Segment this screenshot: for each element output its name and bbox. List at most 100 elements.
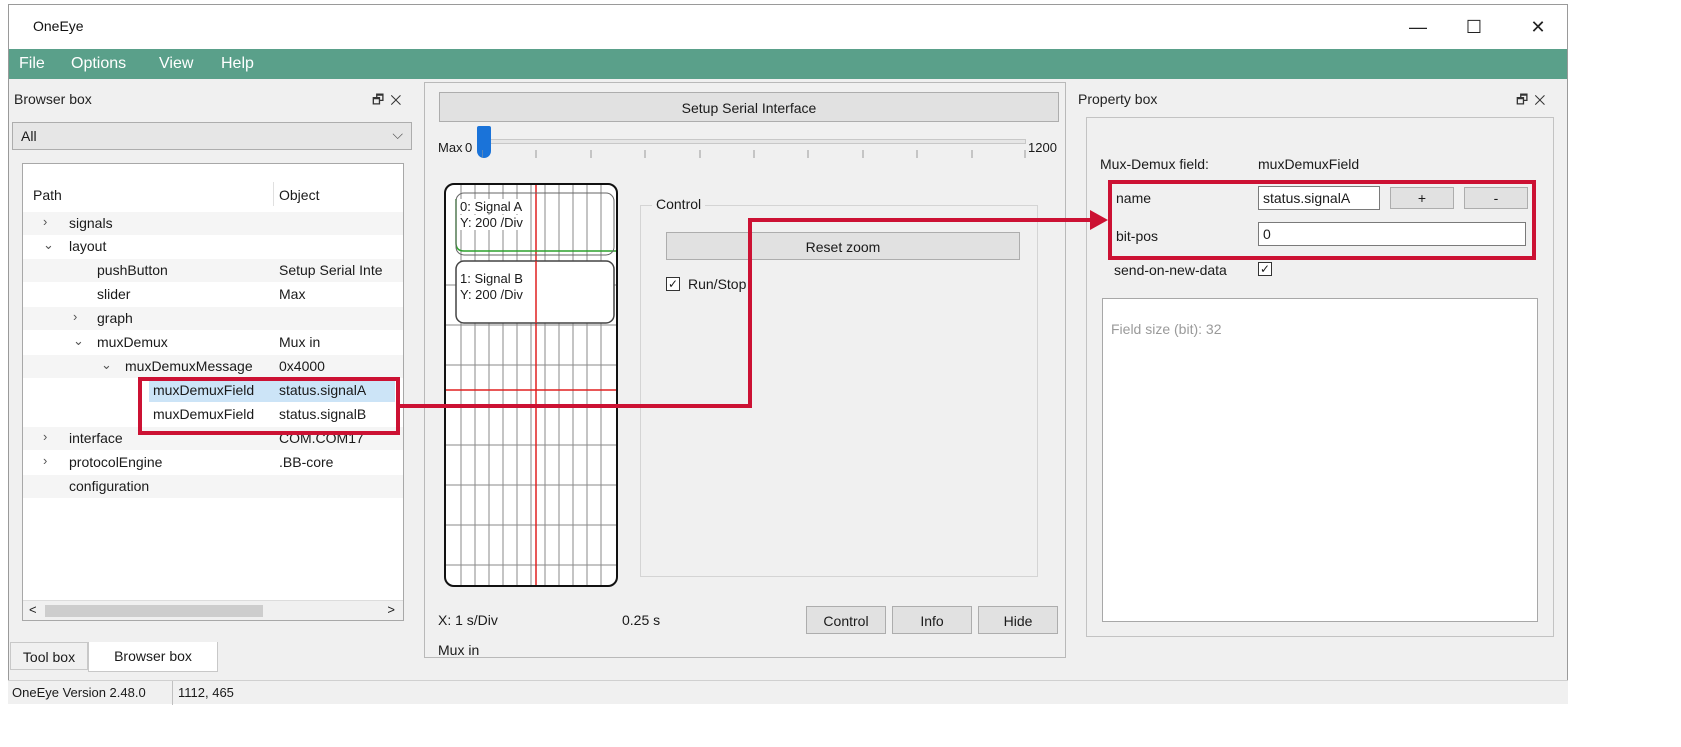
float-icon[interactable]: 🗗 — [372, 92, 390, 107]
tree-row-object: Setup Serial Inte — [279, 262, 383, 278]
tree-row-path: muxDemuxMessage — [125, 358, 253, 374]
tree-row-object: Max — [279, 286, 306, 302]
scrollbar-thumb[interactable] — [45, 605, 263, 617]
remove-button[interactable]: - — [1464, 187, 1528, 209]
tree-row-object: 0x4000 — [279, 358, 325, 374]
info-button[interactable]: Info — [892, 606, 972, 634]
setup-serial-interface-button[interactable]: Setup Serial Interface — [439, 92, 1059, 122]
tree-row-path: graph — [97, 310, 133, 326]
maximize-button[interactable]: ☐ — [1453, 13, 1495, 41]
graph-canvas[interactable]: 0: Signal A Y: 200 /Div 1: Signal B Y: 2… — [444, 183, 618, 587]
signal-a-scale: Y: 200 /Div — [460, 215, 523, 230]
tree-row-path: muxDemuxField — [153, 406, 255, 422]
tree-row-path: muxDemuxField — [153, 382, 255, 398]
tree-row-path: protocolEngine — [69, 454, 163, 470]
field-info-area: Field size (bit): 32 — [1102, 298, 1538, 622]
signal-a-name: 0: Signal A — [460, 199, 523, 214]
name-field[interactable]: status.signalA — [1258, 186, 1380, 210]
menu-file[interactable]: File — [19, 55, 45, 73]
chevron-right-icon[interactable]: › — [73, 309, 77, 324]
field-type-label: Mux-Demux field: — [1100, 156, 1209, 172]
app-title: OneEye — [33, 18, 84, 34]
filter-combo[interactable]: All ⌵ — [12, 122, 412, 150]
send-on-new-data-checkbox[interactable]: ✓ — [1258, 262, 1272, 276]
field-type-value: muxDemuxField — [1258, 156, 1360, 172]
tree-row-path: interface — [69, 430, 123, 446]
tree-row[interactable]: pushButton Setup Serial Inte — [23, 259, 403, 282]
slider-ticks — [482, 150, 1026, 158]
footer-label: Mux in — [438, 642, 480, 658]
menu-bar: File Options View Help — [9, 49, 1567, 79]
tree-row[interactable]: slider Max — [23, 283, 403, 306]
tree-row-path: layout — [69, 238, 107, 254]
status-divider — [172, 681, 173, 705]
signal-b-scale: Y: 200 /Div — [460, 287, 523, 302]
add-button[interactable]: + — [1390, 187, 1454, 209]
menu-view[interactable]: View — [159, 55, 193, 73]
tree-header: Path Object — [23, 184, 403, 207]
send-on-new-data-label: send-on-new-data — [1114, 262, 1227, 278]
tree-row[interactable]: › interface COM.COM17 — [23, 427, 403, 450]
tree-row-path: muxDemux — [97, 334, 168, 350]
tree-row[interactable]: › graph — [23, 307, 403, 330]
tree-row-path: pushButton — [97, 262, 168, 278]
chevron-down-icon[interactable]: ⌄ — [73, 333, 84, 349]
run-stop-checkbox[interactable]: ✓ — [666, 277, 680, 291]
tree-row[interactable]: › protocolEngine .BB-core — [23, 451, 403, 474]
column-header-object[interactable]: Object — [279, 187, 319, 203]
chevron-right-icon[interactable]: › — [43, 429, 47, 444]
minimize-button[interactable]: — — [1397, 13, 1439, 41]
chevron-down-icon: ⌵ — [392, 126, 403, 142]
bit-pos-field[interactable]: 0 — [1258, 222, 1526, 246]
tree-row[interactable]: ⌄ muxDemuxMessage 0x4000 — [23, 355, 403, 378]
signal-b-name: 1: Signal B — [460, 271, 523, 286]
menu-options[interactable]: Options — [71, 55, 126, 73]
chevron-right-icon[interactable]: › — [43, 214, 47, 229]
tab-tool-box[interactable]: Tool box — [10, 642, 88, 670]
tree-row[interactable]: ⌄ layout — [23, 235, 403, 258]
tree-row-object: status.signalB — [279, 406, 367, 422]
browser-tree[interactable]: Path Object › signals ⌄ layout pushButto… — [22, 163, 404, 621]
browser-box-title: Browser box — [14, 91, 92, 107]
name-label: name — [1116, 190, 1152, 206]
control-group — [640, 205, 1038, 577]
close-button[interactable]: ✕ — [1517, 13, 1559, 41]
float-icon[interactable]: 🗗 — [1516, 92, 1534, 107]
tree-row-object: COM.COM17 — [279, 430, 364, 446]
status-version: OneEye Version 2.48.0 — [12, 685, 146, 700]
close-icon[interactable]: ✕ — [1534, 92, 1551, 107]
tree-row-path: slider — [97, 286, 131, 302]
chevron-down-icon[interactable]: ⌄ — [101, 357, 112, 373]
menu-help[interactable]: Help — [221, 55, 254, 73]
control-group-label: Control — [652, 196, 706, 212]
filter-combo-value: All — [21, 128, 37, 144]
tree-row[interactable]: configuration — [23, 475, 403, 498]
hide-button[interactable]: Hide — [978, 606, 1058, 634]
tree-row-path: configuration — [69, 478, 150, 494]
x-scale-label: X: 1 s/Div — [438, 612, 498, 628]
run-stop-label: Run/Stop — [688, 276, 747, 292]
tree-row-object: status.signalA — [279, 382, 367, 398]
scroll-left-icon[interactable]: < — [29, 602, 37, 617]
tree-row[interactable]: › signals — [23, 212, 403, 235]
close-icon[interactable]: ✕ — [390, 92, 407, 107]
control-button[interactable]: Control — [806, 606, 886, 634]
tab-browser-box[interactable]: Browser box — [88, 642, 218, 672]
status-coords: 1112, 465 — [178, 685, 234, 700]
time-readout: 0.25 s — [622, 612, 661, 628]
horizontal-scrollbar[interactable]: < > — [23, 600, 403, 620]
reset-zoom-button[interactable]: Reset zoom — [666, 232, 1020, 260]
scroll-right-icon[interactable]: > — [387, 602, 395, 617]
tree-row[interactable]: muxDemuxField status.signalB — [23, 403, 403, 426]
connector-arrowhead — [1090, 210, 1108, 230]
field-size-text: Field size (bit): 32 — [1111, 321, 1222, 337]
chevron-down-icon[interactable]: ⌄ — [43, 237, 54, 253]
tree-row[interactable]: ⌄ muxDemux Mux in — [23, 331, 403, 354]
tree-row-selected[interactable]: muxDemuxField status.signalA — [23, 379, 403, 402]
column-header-path[interactable]: Path — [33, 187, 62, 203]
browser-box-dock-controls: 🗗✕ — [372, 91, 407, 113]
max-slider[interactable] — [482, 139, 1026, 144]
tree-row-object: Mux in — [279, 334, 321, 350]
chevron-right-icon[interactable]: › — [43, 453, 47, 468]
slider-label: Max — [438, 140, 463, 155]
